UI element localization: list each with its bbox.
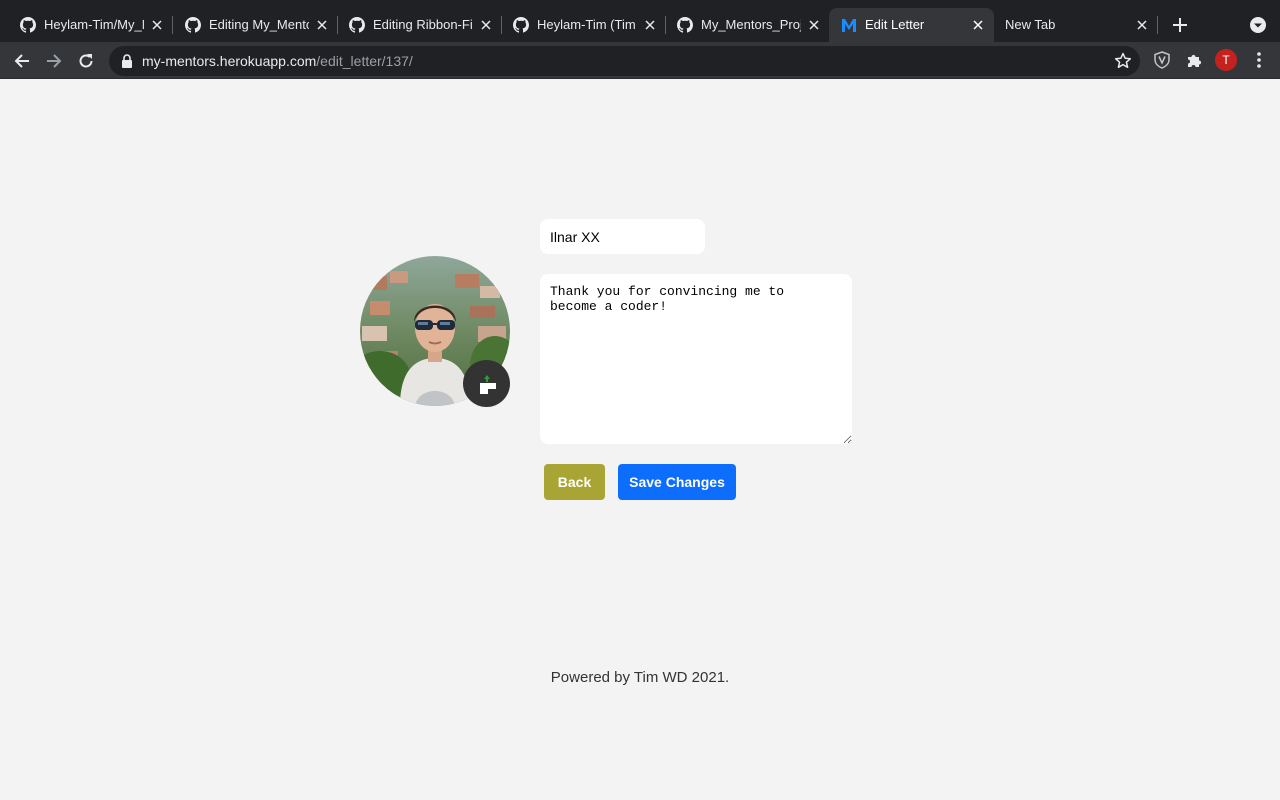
close-icon[interactable] — [477, 16, 495, 34]
tab-search-icon[interactable] — [1248, 15, 1268, 35]
tab-mentors-project[interactable]: My_Mentors_Proje — [665, 8, 825, 42]
back-button[interactable]: Back — [544, 464, 605, 500]
bookmark-star-icon[interactable] — [1114, 52, 1132, 70]
tab-edit-letter[interactable]: Edit Letter — [829, 8, 994, 42]
github-icon — [513, 17, 529, 33]
browser-toolbar: my-mentors.herokuapp.com/edit_letter/137… — [0, 42, 1280, 79]
save-changes-button[interactable]: Save Changes — [618, 464, 736, 500]
forward-arrow-icon[interactable] — [42, 49, 66, 73]
address-bar[interactable]: my-mentors.herokuapp.com/edit_letter/137… — [109, 46, 1140, 76]
tab-title: Edit Letter — [865, 17, 925, 32]
url-text: my-mentors.herokuapp.com/edit_letter/137… — [142, 53, 413, 69]
mentors-m-icon — [841, 17, 857, 33]
reload-icon[interactable] — [74, 49, 98, 73]
tab-title: New Tab — [1005, 17, 1056, 32]
puzzle-extensions-icon[interactable] — [1184, 50, 1204, 70]
tab-title: Heylam-Tim (Tim — [537, 17, 636, 32]
tab-heylam-profile[interactable]: Heylam-Tim (Tim — [501, 8, 661, 42]
tab-strip: Heylam-Tim/My_M Editing My_Mento Editing… — [0, 0, 1280, 42]
mentor-name-input[interactable] — [540, 219, 705, 254]
upload-photo-button[interactable] — [463, 360, 510, 407]
back-arrow-icon[interactable] — [10, 49, 34, 73]
url-host: my-mentors.herokuapp.com — [142, 53, 317, 69]
github-icon — [185, 17, 201, 33]
tab-separator — [1157, 16, 1158, 34]
more-vert-icon[interactable] — [1249, 50, 1269, 70]
close-icon[interactable] — [805, 16, 823, 34]
tab-new-tab[interactable]: New Tab — [994, 8, 1154, 42]
close-icon[interactable] — [1133, 16, 1151, 34]
tab-title: My_Mentors_Proje — [701, 17, 801, 32]
github-icon — [677, 17, 693, 33]
profile-avatar[interactable]: T — [1215, 49, 1237, 71]
close-icon[interactable] — [969, 16, 987, 34]
image-upload-icon — [479, 374, 496, 394]
tab-editing-ribbon[interactable]: Editing Ribbon-Fi — [337, 8, 497, 42]
new-tab-plus-icon[interactable] — [1168, 13, 1192, 37]
shield-extension-icon[interactable] — [1152, 50, 1172, 70]
footer-text: Powered by Tim WD 2021. — [550, 669, 730, 686]
tab-title: Heylam-Tim/My_M — [44, 17, 144, 32]
letter-textarea[interactable]: Thank you for convincing me to become a … — [540, 274, 852, 444]
close-icon[interactable] — [641, 16, 659, 34]
tab-editing-mentors[interactable]: Editing My_Mento — [173, 8, 333, 42]
lock-icon — [122, 54, 132, 68]
close-icon[interactable] — [313, 16, 331, 34]
github-icon — [349, 17, 365, 33]
close-icon[interactable] — [148, 16, 166, 34]
github-icon — [20, 17, 36, 33]
tab-title: Editing My_Mento — [209, 17, 309, 32]
url-path: /edit_letter/137/ — [316, 53, 413, 69]
tab-title: Editing Ribbon-Fi — [373, 17, 473, 32]
tab-heylam-repo[interactable]: Heylam-Tim/My_M — [8, 8, 168, 42]
